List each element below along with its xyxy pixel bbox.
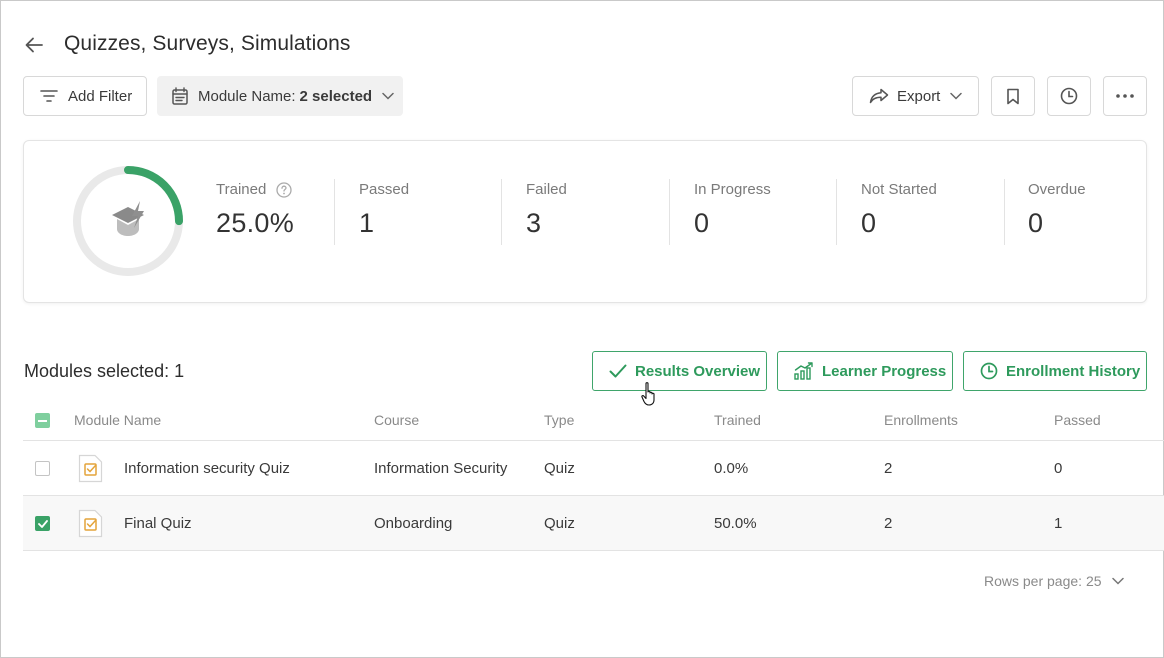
stat-in-progress: In Progress 0 [694,181,771,239]
add-filter-button[interactable]: Add Filter [23,76,147,116]
table-header: Module Name Course Type Trained Enrollme… [23,401,1164,441]
results-overview-button[interactable]: Results Overview [592,351,767,391]
chevron-down-icon [382,92,394,100]
module-filter-value: 2 selected [299,87,373,105]
stat-not-started-value: 0 [861,208,877,238]
stat-divider [836,179,837,245]
cell-passed: 1 [1054,515,1063,532]
table-row[interactable]: Final Quiz Onboarding Quiz 50.0% 2 1 [23,496,1164,551]
minus-icon [38,419,47,422]
hand-pointer-cursor-icon [641,382,655,406]
column-header-enrollments[interactable]: Enrollments [884,412,958,428]
stat-divider [334,179,335,245]
stat-failed-label: Failed [526,181,567,198]
results-overview-label: Results Overview [635,362,761,380]
learner-progress-label: Learner Progress [822,362,947,380]
trained-progress-donut [73,166,183,276]
checkmark-icon [37,519,48,528]
export-button[interactable]: Export [852,76,979,116]
row-checkbox[interactable] [35,461,50,476]
more-options-button[interactable] [1103,76,1147,116]
stat-divider [501,179,502,245]
column-header-module-name[interactable]: Module Name [74,412,161,428]
back-button[interactable] [23,34,45,56]
clock-icon [980,362,998,380]
checkmark-icon [609,364,627,378]
column-header-passed[interactable]: Passed [1054,412,1101,428]
select-all-checkbox[interactable] [35,413,50,428]
export-label: Export [897,87,941,105]
modules-table: Module Name Course Type Trained Enrollme… [23,401,1164,551]
quiz-document-icon [78,509,103,538]
stat-overdue-label: Overdue [1028,181,1086,198]
column-header-type[interactable]: Type [544,412,574,428]
column-header-trained[interactable]: Trained [714,412,761,428]
stat-overdue-value: 0 [1028,208,1044,238]
stat-not-started: Not Started 0 [861,181,937,239]
enrollment-history-label: Enrollment History [1006,362,1141,380]
quiz-document-icon [78,454,103,483]
stat-divider [669,179,670,245]
stat-trained: Trained 25.0% [216,181,294,239]
stat-failed: Failed 3 [526,181,567,239]
column-header-course[interactable]: Course [374,412,419,428]
stat-in-progress-label: In Progress [694,181,771,198]
stat-passed-label: Passed [359,181,410,198]
cell-module-name[interactable]: Information security Quiz [124,460,290,477]
cell-passed: 0 [1054,460,1063,477]
cell-type: Quiz [544,460,575,477]
learner-progress-button[interactable]: Learner Progress [777,351,953,391]
stats-card: Trained 25.0% Passed 1 Failed 3 In Progr… [23,140,1147,303]
more-horizontal-icon [1116,94,1134,98]
clock-icon [1060,87,1078,105]
stat-trained-label: Trained [216,181,267,198]
cell-course: Onboarding [374,515,453,532]
module-name-filter[interactable]: Module Name: 2 selected [157,76,403,116]
share-forward-icon [869,88,889,104]
cell-course: Information Security [374,460,508,477]
bookmark-button[interactable] [991,76,1035,116]
history-button[interactable] [1047,76,1091,116]
stat-overdue: Overdue 0 [1028,181,1086,239]
bookmark-icon [1007,88,1019,104]
bar-chart-trend-icon [794,362,813,380]
enrollment-history-button[interactable]: Enrollment History [963,351,1147,391]
rows-per-page-selector[interactable]: Rows per page: 25 [984,573,1124,589]
row-checkbox[interactable] [35,516,50,531]
stat-failed-value: 3 [526,208,542,238]
cell-module-name[interactable]: Final Quiz [124,515,192,532]
cell-type: Quiz [544,515,575,532]
stat-divider [1004,179,1005,245]
calendar-icon [172,87,188,105]
app-window: Quizzes, Surveys, Simulations Add Filter… [0,0,1164,658]
table-row[interactable]: Information security Quiz Information Se… [23,441,1164,496]
page-title: Quizzes, Surveys, Simulations [64,32,351,55]
graduation-cap-lightning-icon [112,201,144,236]
cell-trained: 0.0% [714,460,749,477]
add-filter-label: Add Filter [68,87,133,105]
stat-passed-value: 1 [359,208,375,238]
rows-per-page-label: Rows per page: 25 [984,573,1102,589]
modules-selected-count: Modules selected: 1 [24,361,185,381]
chevron-down-icon [1111,577,1124,585]
help-circle-icon[interactable] [276,181,292,198]
arrow-left-icon [25,37,43,53]
cell-enrollments: 2 [884,515,893,532]
stat-in-progress-value: 0 [694,208,710,238]
stat-not-started-label: Not Started [861,181,937,198]
filter-lines-icon [40,90,58,102]
stat-passed: Passed 1 [359,181,409,239]
stat-trained-value: 25.0% [216,208,295,238]
module-filter-label: Module Name: [198,87,296,105]
chevron-down-icon [950,92,963,100]
cell-trained: 50.0% [714,515,757,532]
cell-enrollments: 2 [884,460,893,477]
